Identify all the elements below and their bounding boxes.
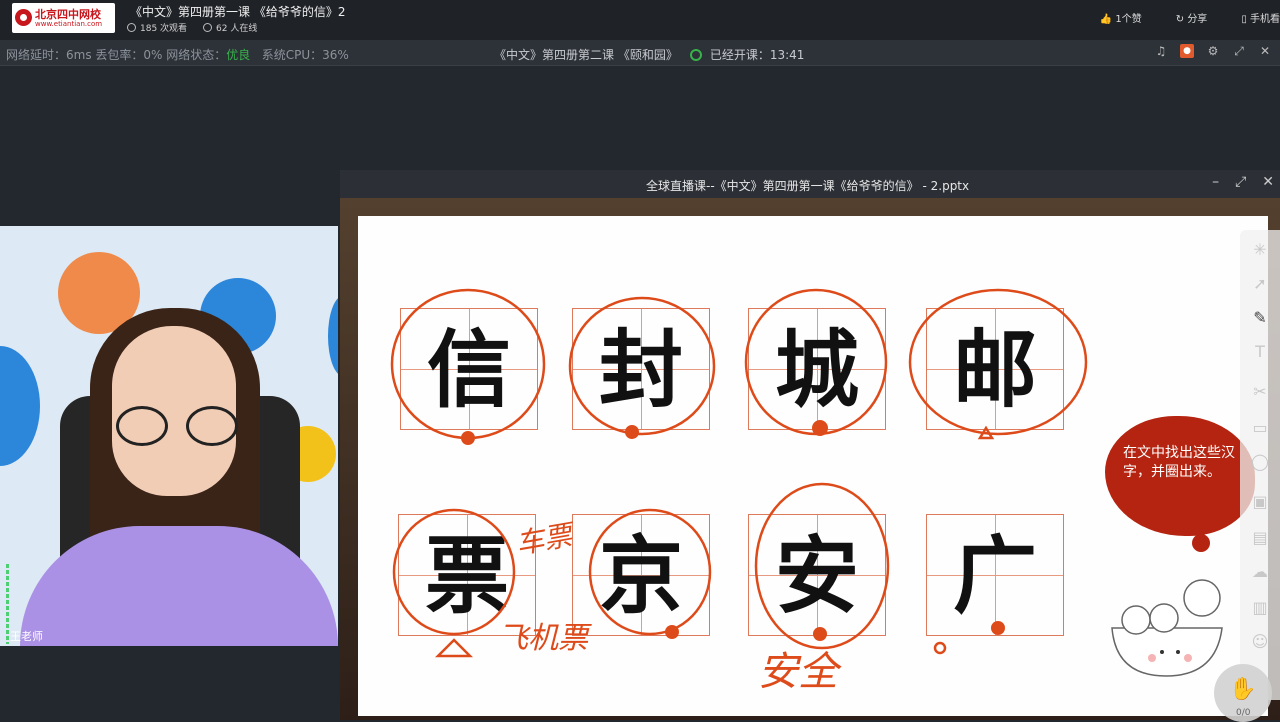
logo-url: www.etiantian.com	[35, 20, 103, 28]
text-icon[interactable]: T	[1250, 342, 1270, 362]
minimize-icon[interactable]: –	[1212, 174, 1219, 190]
next-lesson: 《中文》第四册第二课 《颐和园》	[494, 48, 678, 62]
hanzi-char: 安	[775, 526, 860, 625]
clock-icon	[689, 49, 702, 61]
hanzi-char: 邮	[953, 320, 1038, 419]
like-button[interactable]: 👍 1个赞	[1100, 10, 1142, 25]
eye-icon	[127, 23, 136, 32]
handwriting-note: 安全	[758, 649, 838, 695]
view-count: 185 次观看	[127, 21, 187, 34]
restore-icon[interactable]: ⤢	[1235, 174, 1246, 190]
toolbox-icon[interactable]: ▥	[1250, 598, 1270, 618]
network-state: 优良	[226, 48, 251, 62]
triangle-mark	[434, 638, 474, 658]
network-status: 网络延时：6ms 丢包率：0% 网络状态：优良 系统CPU：36%	[6, 48, 349, 62]
scissors-icon[interactable]: ✂	[1250, 382, 1270, 402]
hanzi-char: 票	[425, 526, 510, 625]
logo-emblem-icon	[15, 9, 32, 26]
hanzi-char: 京	[599, 526, 684, 625]
ppt-window: 全球直播课--《中文》第四册第一课《给爷爷的信》 - 2.pptx – ⤢ ✕ …	[340, 170, 1280, 720]
online-count: 62 人在线	[203, 21, 257, 34]
gear-icon[interactable]: ⚙	[1206, 44, 1220, 58]
cloud-tail	[1192, 534, 1210, 552]
lesson-status: 《中文》第四册第二课 《颐和园》 已经开课：13:41	[494, 46, 804, 63]
fullscreen-icon[interactable]: ⤢	[1232, 44, 1246, 58]
mobile-view-button[interactable]: ▯ 手机看	[1241, 10, 1280, 25]
top-bar: 北京四中网校 www.etiantian.com 《中文》第四册第一课 《给爷爷…	[0, 0, 1280, 40]
status-controls: ♫ ● ⚙ ⤢ ✕	[1154, 44, 1272, 58]
image-icon[interactable]: ▣	[1250, 492, 1270, 512]
target-mark	[933, 641, 947, 655]
laser-pointer-icon[interactable]: ✳	[1250, 240, 1270, 260]
audio-level	[6, 564, 9, 644]
cpu-usage: 系统CPU：36%	[261, 48, 349, 62]
hanzi-char: 信	[427, 320, 512, 419]
close-icon[interactable]: ✕	[1258, 44, 1272, 58]
bell-icon[interactable]: ♫	[1154, 44, 1168, 58]
raise-hand-count: 0/0	[1236, 708, 1251, 718]
users-icon[interactable]: ☺	[1250, 632, 1270, 652]
slide: 信 封 城 邮 票 京 安 广 车票 飞机票 安全 在文中找出这些汉字，并圈出来…	[358, 216, 1268, 716]
hanzi-char: 封	[599, 320, 684, 419]
record-icon[interactable]: ●	[1180, 44, 1194, 58]
elapsed-time: 已经开课：13:41	[709, 48, 805, 62]
cartoon-dumplings-image	[1111, 579, 1223, 677]
handwriting-note: 飞机票	[498, 621, 588, 656]
dot-mark	[461, 431, 475, 445]
ppt-title: 全球直播课--《中文》第四册第一课《给爷爷的信》 - 2.pptx	[646, 179, 970, 193]
status-bar: 网络延时：6ms 丢包率：0% 网络状态：优良 系统CPU：36% 《中文》第四…	[0, 40, 1280, 66]
hanzi-char: 广	[953, 526, 1038, 625]
school-logo: 北京四中网校 www.etiantian.com	[12, 3, 115, 33]
pen-icon[interactable]: ✎	[1250, 308, 1270, 328]
handwriting-note: 车票	[513, 518, 575, 561]
instruction-text: 在文中找出这些汉字，并圈出来。	[1123, 445, 1235, 480]
teacher-camera: 王老师	[0, 226, 338, 646]
ppt-window-controls: – ⤢ ✕	[1212, 174, 1274, 190]
whiteboard-toolbar: ✳ ➚ ✎ T ✂ ▭ ◯ ▣ ▤ ☁ ▥ ☺	[1240, 230, 1280, 700]
chat-icon[interactable]: ▤	[1250, 528, 1270, 548]
share-button[interactable]: ↻ 分享	[1176, 10, 1208, 25]
select-icon[interactable]: ➚	[1250, 274, 1270, 294]
shapes-icon[interactable]: ◯	[1250, 452, 1270, 472]
course-title: 《中文》第四册第一课 《给爷爷的信》2	[130, 5, 346, 19]
hanzi-char: 城	[775, 320, 860, 419]
cloud-icon[interactable]: ☁	[1250, 562, 1270, 582]
course-meta: 185 次观看 62 人在线	[127, 21, 257, 34]
glasses	[116, 406, 240, 446]
eraser-icon[interactable]: ▭	[1250, 418, 1270, 438]
ppt-titlebar: 全球直播课--《中文》第四册第一课《给爷爷的信》 - 2.pptx – ⤢ ✕	[340, 170, 1280, 198]
teacher-name: 王老师	[10, 630, 43, 643]
top-actions: 👍 1个赞 ↻ 分享 ▯ 手机看	[1100, 10, 1280, 25]
close-icon[interactable]: ✕	[1262, 174, 1274, 190]
hand-icon	[203, 23, 213, 32]
